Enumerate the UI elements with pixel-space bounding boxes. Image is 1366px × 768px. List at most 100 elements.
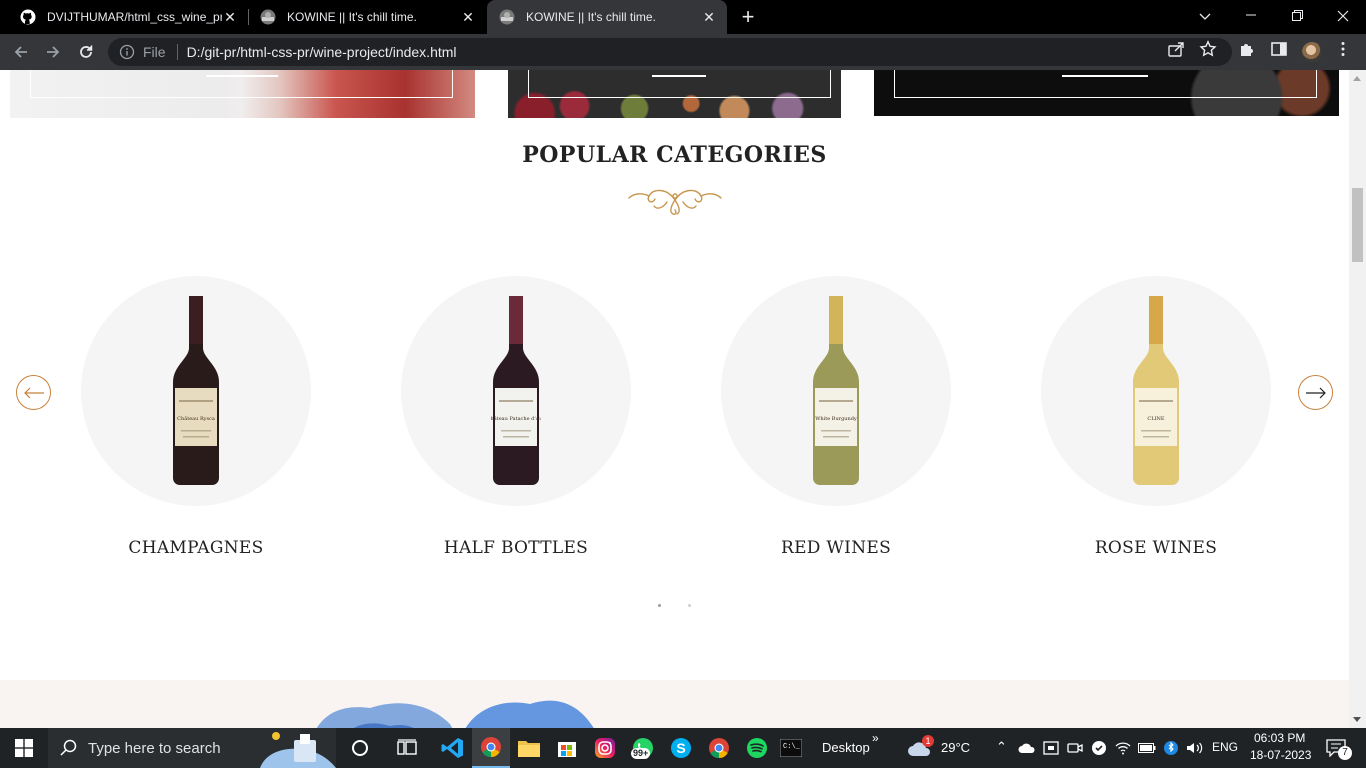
instagram-taskbar-icon[interactable] — [586, 728, 624, 768]
restore-button[interactable] — [1274, 0, 1320, 32]
screen-capture-icon[interactable] — [1040, 728, 1062, 768]
share-icon[interactable] — [1167, 40, 1185, 58]
task-view-button[interactable] — [389, 728, 425, 768]
task-view-icon — [397, 739, 417, 755]
category-image-circle[interactable]: White Burgundy — [721, 276, 951, 506]
wine-bottle-image: CLINE — [1133, 296, 1179, 485]
onedrive-icon[interactable] — [1016, 728, 1038, 768]
search-placeholder: Type here to search — [88, 739, 221, 757]
forward-button[interactable] — [41, 40, 65, 64]
category-card[interactable]: Château Patache d'AuxHALF BOTTLES — [401, 276, 631, 558]
category-card[interactable]: Château Rysca CHAMPAGNES — [81, 276, 311, 558]
page-viewport: POPULAR CATEGORIES Château Rysca CHAMPAGN… — [0, 70, 1349, 728]
wine-bottle-image: White Burgundy — [813, 296, 859, 485]
carousel-dot[interactable] — [658, 604, 661, 607]
input-language-indicator[interactable]: ENG — [1212, 740, 1238, 754]
minimize-button[interactable] — [1228, 0, 1274, 32]
scroll-up-arrow-icon[interactable] — [1353, 76, 1361, 81]
skype-taskbar-icon[interactable]: S — [662, 728, 700, 768]
scroll-down-arrow-icon[interactable] — [1353, 717, 1361, 722]
action-center-button[interactable]: 7 — [1318, 728, 1354, 768]
notification-count-badge: 7 — [1338, 746, 1352, 760]
battery-icon[interactable] — [1136, 728, 1158, 768]
weather-widget-icon[interactable]: 1 — [906, 728, 934, 768]
banner-tile-right[interactable] — [874, 70, 1339, 116]
category-name[interactable]: HALF BOTTLES — [361, 538, 671, 558]
browser-toolbar: File D:/git-pr/html-css-pr/wine-project/… — [0, 34, 1366, 70]
category-card[interactable]: White Burgundy RED WINES — [721, 276, 951, 558]
category-image-circle[interactable]: Château Patache d'Aux — [401, 276, 631, 506]
carousel-prev-button[interactable] — [16, 375, 51, 410]
close-window-button[interactable] — [1320, 0, 1366, 32]
category-card[interactable]: CLINE ROSE WINES — [1041, 276, 1271, 558]
category-name[interactable]: ROSE WINES — [1001, 538, 1311, 558]
bottle-label-text: White Burgundy — [815, 416, 857, 422]
carousel-next-button[interactable] — [1298, 375, 1333, 410]
side-panel-icon[interactable] — [1270, 40, 1288, 58]
desktop-toolbar-label[interactable]: Desktop — [822, 740, 870, 755]
vscode-taskbar-icon[interactable] — [434, 728, 472, 768]
notification-badge: 99+ — [631, 748, 651, 759]
wine-bottle-image: Château Rysca — [173, 296, 219, 485]
tab-title: KOWINE || It's chill time. — [526, 10, 656, 24]
windows-taskbar: Type here to search 99+ S C:\_ Desktop »… — [0, 728, 1366, 768]
cortana-button[interactable] — [342, 728, 378, 768]
close-tab-icon[interactable]: ✕ — [222, 9, 238, 25]
update-status-icon[interactable] — [1088, 728, 1110, 768]
page-scrollbar[interactable] — [1349, 70, 1366, 728]
scroll-thumb[interactable] — [1352, 188, 1363, 262]
tab-kowine-active[interactable]: KOWINE || It's chill time. ✕ — [487, 0, 727, 34]
bookmark-star-icon[interactable] — [1199, 40, 1217, 58]
volume-icon[interactable] — [1184, 728, 1206, 768]
terminal-taskbar-icon[interactable]: C:\_ — [776, 728, 806, 768]
windows-logo-icon — [15, 739, 33, 757]
close-tab-icon[interactable]: ✕ — [460, 9, 476, 25]
category-name[interactable]: RED WINES — [681, 538, 991, 558]
bottle-label-text: Château Rysca — [177, 415, 215, 422]
next-section-band — [0, 680, 1349, 728]
chrome-icon — [481, 737, 501, 758]
meet-now-icon[interactable] — [1064, 728, 1086, 768]
show-hidden-icons-chevron-icon[interactable]: ⌃ — [996, 739, 1007, 755]
close-tab-icon[interactable]: ✕ — [701, 9, 717, 25]
taskbar-search-box[interactable]: Type here to search — [48, 728, 336, 768]
address-bar[interactable]: File D:/git-pr/html-css-pr/wine-project/… — [108, 38, 1232, 66]
clock-time[interactable]: 06:03 PM — [1254, 731, 1305, 745]
spotify-taskbar-icon[interactable] — [738, 728, 776, 768]
tab-kowine-1[interactable]: KOWINE || It's chill time. ✕ — [248, 0, 486, 34]
banner-tile-center[interactable] — [508, 70, 841, 118]
clock-date[interactable]: 18-07-2023 — [1250, 748, 1311, 762]
microsoft-store-taskbar-icon[interactable] — [548, 728, 586, 768]
ornament-divider-icon — [628, 189, 722, 215]
whatsapp-taskbar-icon[interactable]: 99+ — [624, 728, 662, 768]
carousel-dot[interactable] — [688, 604, 691, 607]
tab-search-chevron-icon[interactable] — [1182, 0, 1228, 32]
file-explorer-taskbar-icon[interactable] — [510, 728, 548, 768]
decorative-watercolor-image — [316, 703, 453, 728]
tab-github[interactable]: DVIJTHUMAR/html_css_wine_pro ✕ — [8, 0, 248, 34]
reload-icon — [80, 45, 93, 58]
back-button[interactable] — [9, 40, 33, 64]
arrow-left-icon — [23, 387, 44, 398]
profile-avatar[interactable] — [1302, 42, 1322, 62]
info-icon[interactable] — [119, 44, 135, 60]
weather-temperature[interactable]: 29°C — [941, 740, 970, 755]
chrome-profile-taskbar-icon[interactable] — [700, 728, 738, 768]
banner-underline — [206, 75, 278, 77]
start-button[interactable] — [0, 728, 48, 768]
reload-button[interactable] — [74, 40, 98, 64]
category-image-circle[interactable]: CLINE — [1041, 276, 1271, 506]
extensions-puzzle-icon[interactable] — [1238, 40, 1256, 58]
new-tab-button[interactable]: + — [738, 6, 758, 28]
category-name[interactable]: CHAMPAGNES — [41, 538, 351, 558]
more-menu-icon[interactable] — [1334, 40, 1352, 58]
bluetooth-icon[interactable] — [1160, 728, 1182, 768]
banner-tile-left[interactable] — [10, 70, 475, 118]
chevron-double-right-icon[interactable]: » — [872, 731, 879, 745]
url-text[interactable]: D:/git-pr/html-css-pr/wine-project/index… — [187, 44, 457, 60]
chrome-taskbar-icon-active[interactable] — [472, 728, 510, 768]
section-title: POPULAR CATEGORIES — [522, 142, 827, 168]
back-arrow-icon — [14, 46, 27, 58]
category-image-circle[interactable]: Château Rysca — [81, 276, 311, 506]
wifi-icon[interactable] — [1112, 728, 1134, 768]
